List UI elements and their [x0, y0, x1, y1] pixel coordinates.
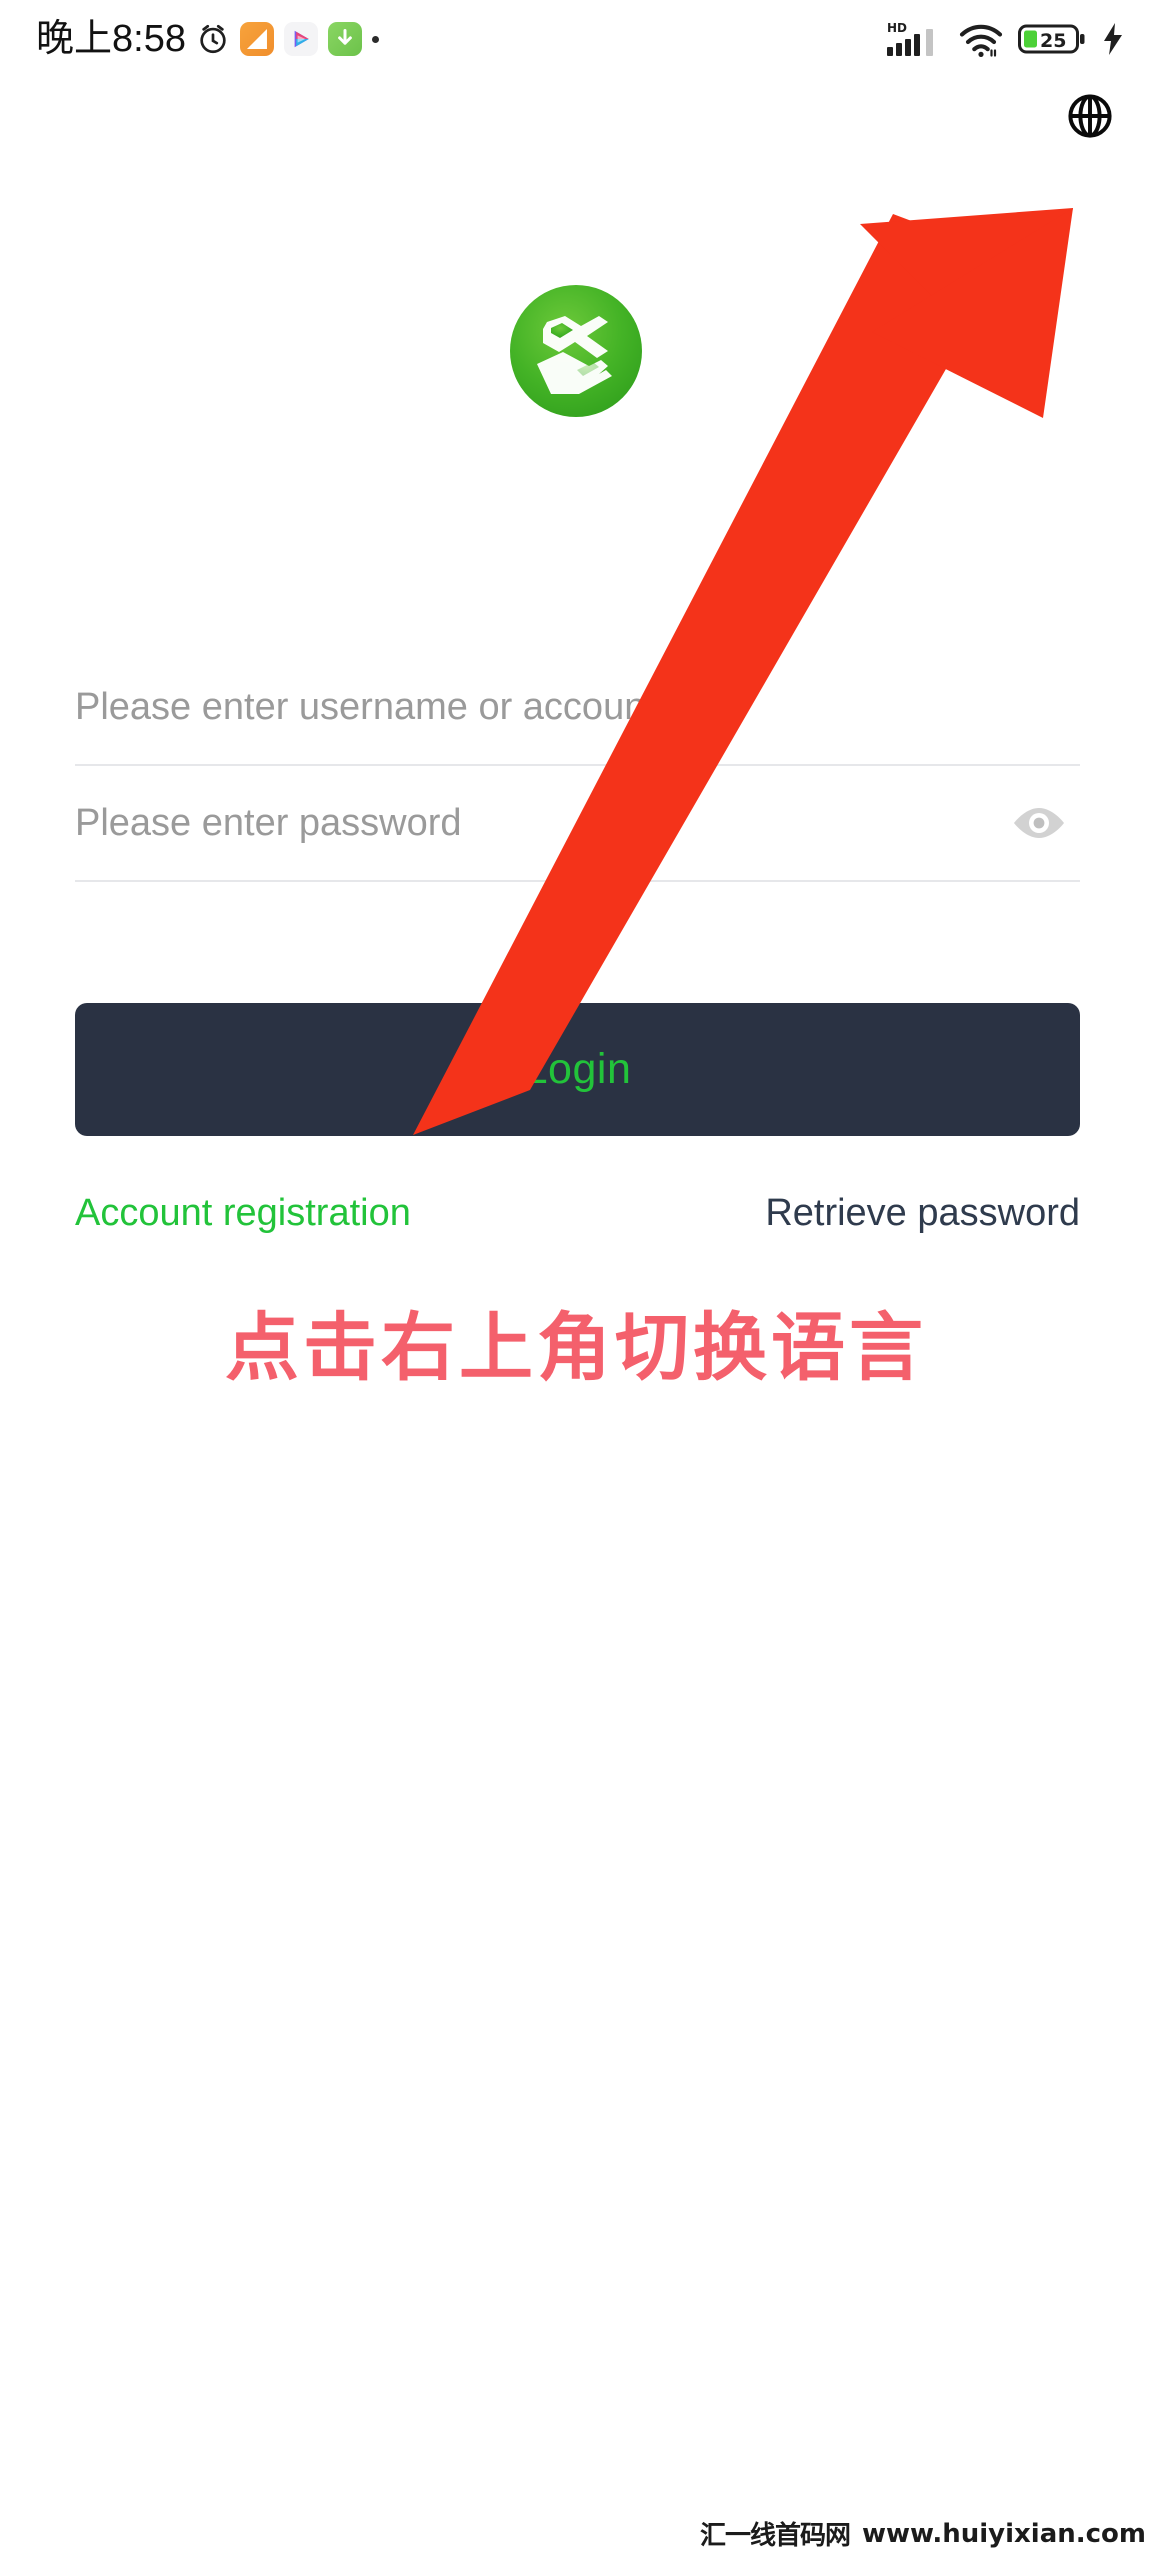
download-app-icon [327, 22, 362, 56]
app-logo [507, 282, 645, 420]
username-field-row[interactable] [75, 650, 1080, 766]
wifi-icon [958, 19, 1004, 59]
login-button[interactable]: Login [75, 1003, 1080, 1136]
login-screen: 晚上8:58 HD 25 Please enter username or ac… [0, 0, 1152, 2560]
username-input[interactable] [75, 650, 1080, 764]
status-bar-left: 晚上8:58 [36, 20, 379, 58]
more-dot-icon [371, 35, 379, 43]
green-hand-logo-icon [510, 285, 642, 417]
globe-icon [1065, 91, 1115, 141]
auth-links-row: Account registration Retrieve password [75, 1192, 1080, 1235]
status-bar-right: HD 25 [886, 19, 1126, 59]
language-switch-button[interactable] [1062, 88, 1118, 144]
password-visibility-toggle[interactable] [1004, 797, 1074, 849]
video-app-icon [283, 22, 318, 56]
status-bar: 晚上8:58 HD 25 [0, 0, 1152, 78]
battery-icon: 25 [1018, 21, 1086, 57]
cellular-signal-icon: HD [886, 19, 944, 59]
account-registration-link[interactable]: Account registration [75, 1192, 411, 1235]
retrieve-password-link[interactable]: Retrieve password [765, 1192, 1080, 1235]
hd-label: HD [887, 21, 907, 35]
alarm-clock-icon [196, 22, 230, 56]
password-field-row[interactable] [75, 766, 1080, 882]
login-form [75, 650, 1080, 882]
language-hint-text: 点击右上角切换语言 [225, 1305, 927, 1391]
status-bar-clock: 晚上8:58 [36, 18, 186, 60]
watermark: 汇一线首码网 www.huiyixian.com [700, 2515, 1146, 2552]
eye-icon [1008, 802, 1070, 844]
password-input[interactable] [75, 766, 1004, 880]
watermark-site-name: 汇一线首码网 [699, 2521, 851, 2551]
watermark-url: www.huiyixian.com [861, 2518, 1146, 2549]
charging-bolt-icon [1100, 21, 1126, 57]
note-app-icon [239, 22, 274, 56]
battery-percent-label: 25 [1040, 30, 1066, 52]
